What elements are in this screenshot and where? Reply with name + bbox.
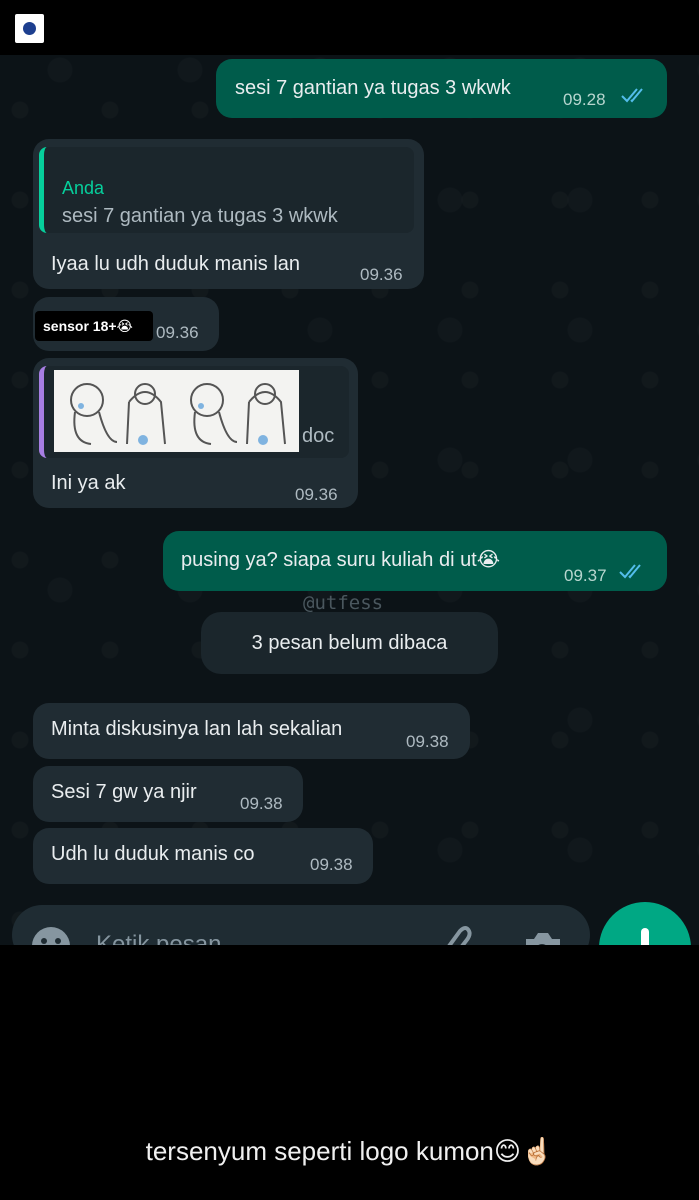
university-seal-icon <box>15 14 44 43</box>
message-text: Ini ya ak <box>51 472 126 494</box>
message-text: sesi 7 gantian ya tugas 3 wkwk <box>235 77 511 99</box>
top-bar-overlay <box>0 0 699 55</box>
chat-screenshot: sesi 7 gantian ya tugas 3 wkwk 09.28 And… <box>0 0 699 945</box>
message-time: 09.38 <box>240 794 283 813</box>
censor-sticker-label: sensor 18+😭 <box>35 311 153 341</box>
unread-messages-divider: 3 pesan belum dibaca <box>201 612 498 674</box>
message-text: Sesi 7 gw ya njir <box>51 781 197 803</box>
message-time: 09.37 <box>564 566 607 585</box>
mic-icon <box>641 928 649 945</box>
message-text: pusing ya? siapa suru kuliah di ut😭 <box>181 549 501 571</box>
meme-figures-icon <box>69 383 286 445</box>
reply-quote[interactable]: Anda sesi 7 gantian ya tugas 3 wkwk <box>39 147 414 233</box>
incoming-message[interactable]: Anda sesi 7 gantian ya tugas 3 wkwk Iyaa… <box>33 139 424 289</box>
read-ticks-icon <box>621 88 643 103</box>
mic-button[interactable] <box>599 902 691 945</box>
caption-text: tersenyum seperti logo kumon😊☝🏻 <box>145 1136 554 1166</box>
outgoing-message[interactable]: pusing ya? siapa suru kuliah di ut😭 09.3… <box>163 531 667 591</box>
read-ticks-icon <box>619 564 641 579</box>
incoming-message[interactable]: Udh lu duduk manis co 09.38 <box>33 828 373 884</box>
quote-author: Anda <box>62 178 105 198</box>
message-text: Minta diskusinya lan lah sekalian <box>51 718 343 740</box>
incoming-message[interactable]: Sesi 7 gw ya njir 09.38 <box>33 766 303 822</box>
message-time: 09.36 <box>360 265 403 284</box>
message-time: 09.28 <box>563 90 606 109</box>
outgoing-message[interactable]: sesi 7 gantian ya tugas 3 wkwk 09.28 <box>216 59 667 118</box>
message-time: 09.36 <box>156 323 199 342</box>
incoming-message[interactable]: Minta diskusinya lan lah sekalian 09.38 <box>33 703 470 759</box>
message-text: Iyaa lu udh duduk manis lan <box>51 253 301 275</box>
meme-thumbnail[interactable] <box>54 370 299 452</box>
caption-area: tersenyum seperti logo kumon😊☝🏻 <box>0 945 699 1200</box>
emoji-icon[interactable] <box>30 925 72 945</box>
message-input-placeholder[interactable]: Ketik pesan <box>96 931 221 945</box>
message-time: 09.38 <box>406 732 449 751</box>
quote-text: sesi 7 gantian ya tugas 3 wkwk <box>62 205 338 227</box>
message-time: 09.36 <box>295 485 338 504</box>
watermark: @utfess <box>303 592 384 614</box>
message-text: Udh lu duduk manis co <box>51 843 255 865</box>
message-input-bar[interactable]: Ketik pesan <box>12 905 590 945</box>
quote-doc-suffix: doc <box>302 425 335 447</box>
paperclip-icon[interactable] <box>436 923 472 945</box>
message-time: 09.38 <box>310 855 353 874</box>
camera-icon[interactable] <box>520 925 564 945</box>
